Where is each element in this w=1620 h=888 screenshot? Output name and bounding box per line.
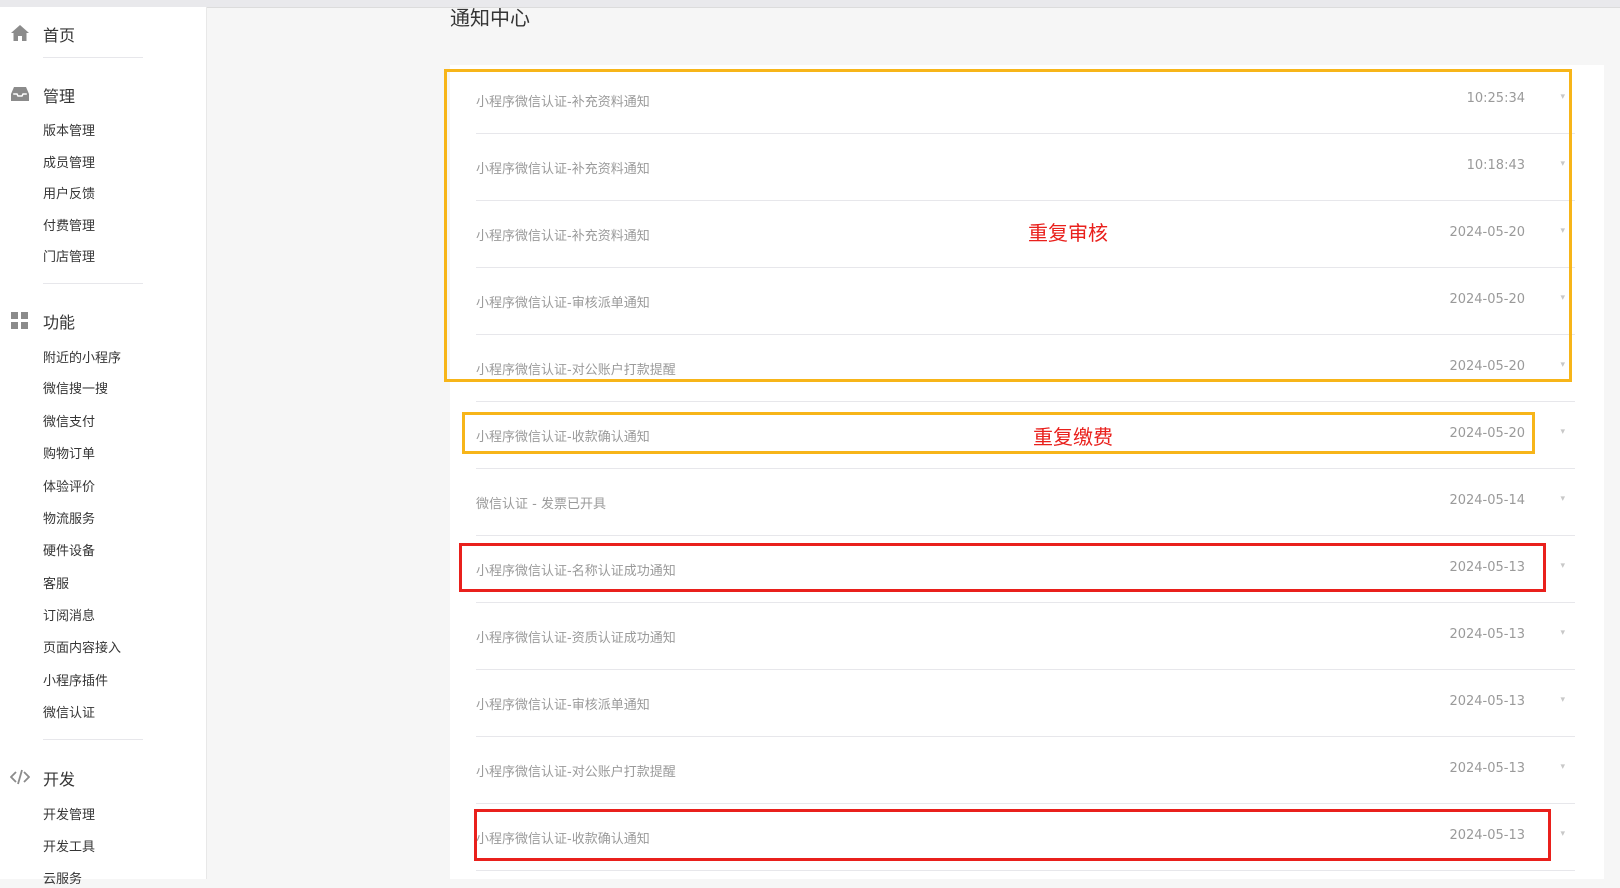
sidebar-item-stores[interactable]: 门店管理	[43, 250, 95, 266]
sidebar-item-nearby[interactable]: 附近的小程序	[43, 351, 121, 367]
sidebar-item-billing[interactable]: 付费管理	[43, 219, 95, 235]
sidebar-item-service[interactable]: 客服	[43, 577, 69, 593]
page-title: 通知中心	[450, 6, 530, 30]
expand-arrow-icon[interactable]: ▾	[1560, 695, 1565, 705]
divider	[43, 739, 143, 740]
sidebar-item-dev-tools[interactable]: 开发工具	[43, 840, 95, 856]
notification-title: 小程序微信认证-审核派单通知	[476, 698, 650, 713]
expand-arrow-icon[interactable]: ▾	[1560, 762, 1565, 772]
sidebar-item-verify[interactable]: 微信认证	[43, 706, 95, 722]
repeat-review-note: 重复审核	[1028, 221, 1108, 245]
sidebar-section-manage[interactable]: 管理	[0, 79, 206, 109]
notification-title: 微信认证 - 发票已开具	[476, 497, 606, 512]
notification-title: 小程序微信认证-资质认证成功通知	[476, 631, 676, 646]
expand-arrow-icon[interactable]: ▾	[1560, 494, 1565, 504]
sidebar-item-pay[interactable]: 微信支付	[43, 415, 95, 431]
notification-row[interactable]: 小程序微信认证-资质认证成功通知 2024-05-13 ▾	[476, 602, 1575, 670]
name-verify-highlight	[459, 543, 1546, 592]
sidebar-item-logistics[interactable]: 物流服务	[43, 512, 95, 528]
sidebar-item-home[interactable]: 首页	[0, 18, 206, 48]
sidebar: 首页 管理 版本管理 成员管理 用户反馈 付费管理 门店管理 功能 附近的小程序…	[0, 7, 207, 887]
sidebar-item-orders[interactable]: 购物订单	[43, 447, 95, 463]
payment-confirm-highlight	[474, 809, 1551, 861]
sidebar-home-label: 首页	[43, 26, 76, 45]
divider	[43, 283, 143, 284]
sidebar-item-feedback[interactable]: 用户反馈	[43, 187, 95, 203]
sidebar-manage-label: 管理	[43, 87, 76, 106]
sidebar-section-develop[interactable]: 开发	[0, 762, 206, 792]
notification-time: 2024-05-14	[1449, 493, 1525, 508]
expand-arrow-icon[interactable]: ▾	[1560, 829, 1565, 839]
code-icon	[9, 767, 31, 787]
notification-row[interactable]: 小程序微信认证-审核派单通知 2024-05-13 ▾	[476, 669, 1575, 737]
repeat-payment-note: 重复缴费	[1033, 425, 1113, 449]
inbox-icon	[10, 84, 30, 104]
sidebar-features-label: 功能	[43, 313, 76, 332]
notification-title: 小程序微信认证-对公账户打款提醒	[476, 765, 676, 780]
sidebar-item-reviews[interactable]: 体验评价	[43, 480, 95, 496]
notification-time: 2024-05-13	[1449, 627, 1525, 642]
repeat-payment-highlight	[462, 412, 1535, 454]
sidebar-item-content[interactable]: 页面内容接入	[43, 641, 121, 657]
expand-arrow-icon[interactable]: ▾	[1560, 427, 1565, 437]
sidebar-item-search[interactable]: 微信搜一搜	[43, 382, 108, 398]
top-bar	[0, 0, 1620, 8]
divider	[43, 57, 143, 58]
repeat-review-highlight	[444, 69, 1572, 382]
sidebar-item-cloud[interactable]: 云服务	[43, 872, 82, 888]
home-icon	[10, 23, 30, 43]
sidebar-item-members[interactable]: 成员管理	[43, 156, 95, 172]
sidebar-item-plugins[interactable]: 小程序插件	[43, 674, 108, 690]
notification-row[interactable]: 微信认证 - 发票已开具 2024-05-14 ▾	[476, 468, 1575, 536]
sidebar-item-subscribe[interactable]: 订阅消息	[43, 609, 95, 625]
sidebar-section-features[interactable]: 功能	[0, 305, 206, 335]
sidebar-develop-label: 开发	[43, 770, 76, 789]
notification-time: 2024-05-13	[1449, 694, 1525, 709]
sidebar-item-hardware[interactable]: 硬件设备	[43, 544, 95, 560]
expand-arrow-icon[interactable]: ▾	[1560, 628, 1565, 638]
expand-arrow-icon[interactable]: ▾	[1560, 561, 1565, 571]
grid-icon	[10, 310, 30, 330]
sidebar-item-dev-manage[interactable]: 开发管理	[43, 808, 95, 824]
notification-row[interactable]: 小程序微信认证-对公账户打款提醒 2024-05-13 ▾	[476, 736, 1575, 804]
sidebar-item-version[interactable]: 版本管理	[43, 124, 95, 140]
notification-time: 2024-05-13	[1449, 761, 1525, 776]
